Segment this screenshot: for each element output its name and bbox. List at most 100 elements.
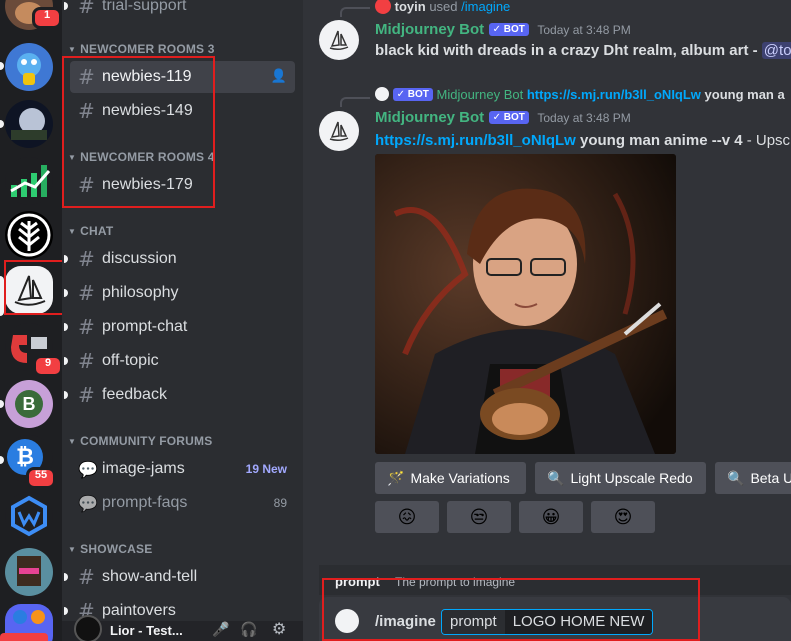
prompt-input[interactable]: LOGO HOME NEW: [504, 610, 653, 634]
category-chat[interactable]: ▼ CHAT: [68, 224, 113, 238]
channel-name: newbies-179: [102, 176, 193, 193]
channel-image-jams[interactable]: 💬 image-jams 19 New: [70, 453, 295, 485]
bot-avatar[interactable]: [319, 111, 359, 151]
server-icon-chart[interactable]: [5, 157, 53, 205]
bot-avatar[interactable]: [319, 20, 359, 60]
make-variations-button[interactable]: 🪄 Make Variations: [375, 462, 526, 494]
reaction-emoji: 😒: [469, 506, 489, 527]
unread-indicator: [64, 255, 68, 263]
server-icon-owl[interactable]: [5, 43, 53, 91]
magnifier-icon: 🔍: [727, 469, 745, 486]
hash-thread-icon: #: [78, 173, 95, 197]
channel-newbies-149[interactable]: # newbies-149: [70, 95, 295, 127]
hash-icon: #: [78, 0, 95, 18]
server-unread-badge: 9: [33, 355, 63, 377]
mini-avatar: [375, 87, 389, 101]
chevron-down-icon: ▼: [68, 45, 77, 54]
hash-thread-icon: #: [78, 99, 95, 123]
message-composer[interactable]: /imagine prompt LOGO HOME NEW: [319, 597, 791, 641]
message-author[interactable]: Midjourney Bot: [375, 21, 484, 38]
server-rail: 1 9 B ₿ 55: [0, 0, 67, 641]
server-pill: [0, 400, 4, 408]
bot-badge: ✓ BOT: [392, 88, 433, 101]
channel-name: discussion: [102, 250, 177, 267]
button-label: Make Variations: [410, 470, 510, 486]
server-icon-b[interactable]: B: [5, 380, 53, 428]
prompt-option-field[interactable]: prompt LOGO HOME NEW: [441, 609, 654, 635]
mute-icon[interactable]: 🎤: [212, 621, 229, 638]
channel-newbies-119[interactable]: # newbies-119 👤: [70, 61, 295, 93]
channel-discussion[interactable]: # discussion: [64, 243, 295, 275]
category-label: COMMUNITY FORUMS: [80, 434, 213, 448]
message-link[interactable]: https://s.mj.run/b3ll_oNIqLw: [375, 132, 576, 149]
hash-icon: #: [78, 247, 95, 271]
message-author[interactable]: Midjourney Bot: [375, 109, 484, 126]
channel-feedback[interactable]: # feedback: [64, 379, 295, 411]
server-icon-pixel[interactable]: [5, 548, 53, 596]
channel-show-and-tell[interactable]: # show-and-tell: [64, 561, 295, 593]
interaction-used: used: [429, 0, 458, 14]
hash-icon: #: [78, 565, 95, 589]
reaction-emoji: 😀: [541, 506, 561, 527]
avatar[interactable]: [74, 615, 102, 641]
hint-param: prompt: [335, 574, 380, 589]
channel-prompt-faqs[interactable]: 💬 prompt-faqs 89: [70, 487, 295, 519]
post-count: 89: [273, 496, 287, 510]
reaction-button-confounded[interactable]: 😖: [375, 501, 439, 533]
light-upscale-redo-button[interactable]: 🔍 Light Upscale Redo: [535, 462, 706, 494]
category-newcomer-4[interactable]: ▼ NEWCOMER ROOMS 4: [68, 150, 215, 164]
message-timestamp: Today at 3:48 PM: [537, 111, 631, 125]
server-icon-moon[interactable]: [5, 100, 53, 148]
hash-icon: #: [78, 315, 95, 339]
add-member-icon[interactable]: 👤: [271, 68, 287, 84]
new-posts-badge: 19 New: [245, 462, 287, 476]
settings-gear-icon[interactable]: ⚙: [272, 619, 286, 639]
chevron-down-icon: ▼: [68, 227, 77, 236]
reaction-button-smile[interactable]: 😀: [519, 501, 583, 533]
chevron-down-icon: ▼: [68, 437, 77, 446]
category-newcomer-3[interactable]: ▼ NEWCOMER ROOMS 3: [68, 42, 215, 56]
interaction-header: toyin used /imagine: [375, 0, 510, 14]
reaction-emoji: 😖: [397, 506, 417, 527]
channel-off-topic[interactable]: # off-topic: [64, 345, 295, 377]
generated-image[interactable]: [375, 154, 676, 454]
reaction-button-unamused[interactable]: 😒: [447, 501, 511, 533]
chevron-down-icon: ▼: [68, 153, 77, 162]
hash-icon: #: [78, 281, 95, 305]
message-suffix: - Upsc: [742, 132, 791, 149]
channel-newbies-179[interactable]: # newbies-179: [70, 169, 295, 201]
server-pill: [0, 62, 4, 70]
hash-icon: #: [78, 349, 95, 373]
channel-name: philosophy: [102, 284, 179, 301]
channel-prompt-chat[interactable]: # prompt-chat: [64, 311, 295, 343]
command-option-hint: prompt The prompt to imagine: [319, 565, 791, 595]
reply-preview[interactable]: ✓ BOT Midjourney Bot https://s.mj.run/b3…: [375, 87, 785, 102]
server-pill: [0, 456, 4, 464]
magnifier-icon: 🔍: [547, 469, 565, 486]
hash-icon: #: [78, 383, 95, 407]
forum-icon: 💬: [78, 493, 98, 513]
username: Lior - Test...: [110, 623, 183, 638]
channel-name: image-jams: [102, 460, 185, 477]
server-icon-w[interactable]: [5, 492, 53, 540]
deafen-icon[interactable]: 🎧: [240, 621, 257, 638]
category-community-forums[interactable]: ▼ COMMUNITY FORUMS: [68, 434, 212, 448]
server-icon-red[interactable]: [0, 633, 48, 641]
channel-trial-support[interactable]: # trial-support: [64, 0, 295, 22]
category-showcase[interactable]: ▼ SHOWCASE: [68, 542, 152, 556]
server-icon-midjourney[interactable]: [5, 266, 53, 314]
server-icon-leaf[interactable]: [5, 211, 53, 259]
interaction-command[interactable]: /imagine: [461, 0, 510, 14]
channel-philosophy[interactable]: # philosophy: [64, 277, 295, 309]
reaction-button-heart-eyes[interactable]: 😍: [591, 501, 655, 533]
channel-name: prompt-faqs: [102, 494, 188, 511]
reaction-emoji: 😍: [613, 506, 633, 527]
beta-upscale-button[interactable]: 🔍 Beta U: [715, 462, 791, 494]
server-pill: [0, 120, 4, 128]
command-app-icon: [335, 609, 359, 633]
category-label: NEWCOMER ROOMS 3: [80, 42, 215, 56]
user-mention[interactable]: @to: [761, 42, 791, 59]
chat-area: toyin used /imagine Midjourney Bot ✓ BOT…: [303, 0, 791, 641]
reply-author: Midjourney Bot: [436, 87, 524, 102]
interaction-user[interactable]: toyin: [395, 0, 426, 14]
